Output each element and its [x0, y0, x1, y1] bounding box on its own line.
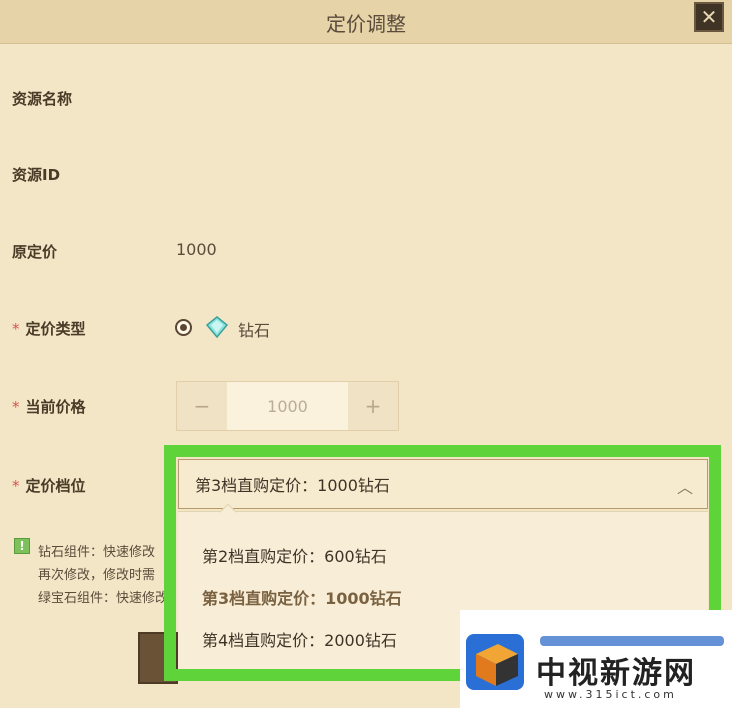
resource-id-label: 资源ID — [12, 166, 61, 184]
increment-button[interactable]: + — [348, 382, 398, 430]
confirm-button[interactable] — [138, 632, 178, 684]
pricing-type-label: * 定价类型 — [12, 320, 86, 338]
resource-name-label: 资源名称 — [12, 90, 73, 108]
window-title: 定价调整 — [326, 12, 406, 36]
hint-line-1: 钻石组件：快速修改 — [38, 545, 156, 560]
current-price-input[interactable]: 1000 — [227, 382, 348, 430]
tier-selected-value: 第3档直购定价：1000钻石 — [195, 476, 390, 495]
watermark-url: www.315ict.com — [544, 688, 677, 701]
price-stepper: − 1000 + — [176, 381, 399, 431]
tier-dropdown[interactable]: 第3档直购定价：1000钻石 ︿ — [178, 459, 708, 509]
tier-label: * 定价档位 — [12, 477, 86, 495]
current-price-label: * 当前价格 — [12, 398, 86, 416]
original-price-value: 1000 — [176, 240, 217, 259]
pricing-type-radio[interactable] — [175, 319, 192, 336]
hint-icon: ! — [14, 538, 30, 554]
hint-line-3: 绿宝石组件：快速修改 — [38, 591, 166, 606]
watermark-banner — [540, 636, 724, 646]
original-price-label: 原定价 — [12, 243, 58, 261]
tier-option-4[interactable]: 第4档直购定价：2000钻石 — [202, 627, 397, 651]
watermark-text: 中视新游网 — [536, 656, 696, 691]
required-mark: * — [12, 320, 20, 338]
tier-option-3[interactable]: 第3档直购定价：1000钻石 — [202, 585, 402, 609]
tier-option-2[interactable]: 第2档直购定价：600钻石 — [202, 543, 387, 567]
watermark-logo-icon — [466, 634, 524, 690]
pricing-type-option[interactable]: 钻石 — [238, 317, 270, 341]
hint-line-2: 再次修改，修改时需 — [38, 568, 156, 583]
close-icon: ✕ — [700, 5, 718, 29]
diamond-icon — [206, 316, 228, 338]
decrement-button[interactable]: − — [177, 382, 227, 430]
close-button[interactable]: ✕ — [694, 2, 724, 32]
title-bar: 定价调整 ✕ — [0, 0, 732, 44]
chevron-up-icon: ︿ — [676, 478, 693, 497]
